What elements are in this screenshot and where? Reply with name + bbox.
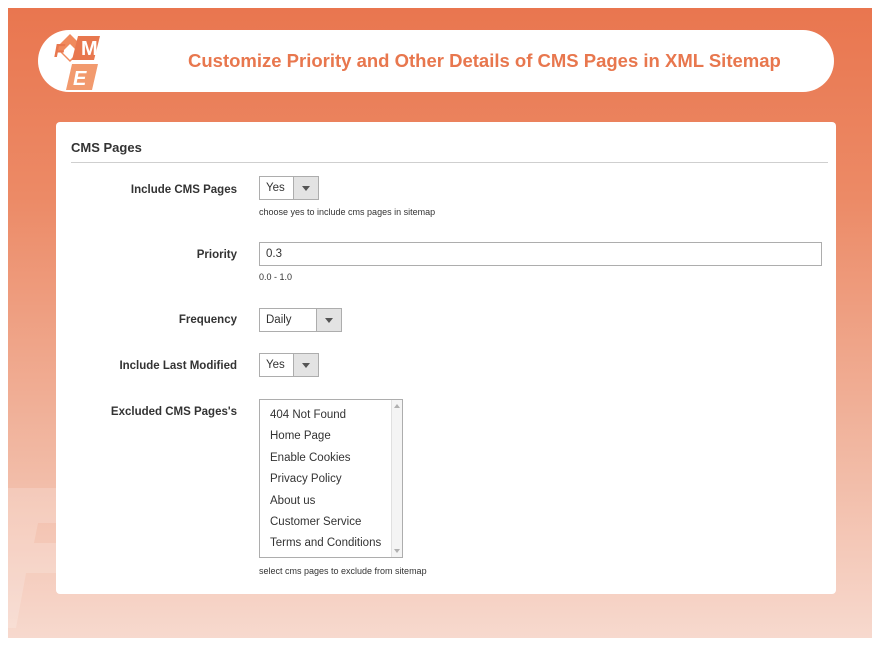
list-item[interactable]: 404 Not Found bbox=[260, 405, 402, 426]
frequency-label: Frequency bbox=[178, 314, 237, 326]
priority-note: 0.0 - 1.0 bbox=[259, 272, 293, 282]
list-item[interactable]: About us bbox=[260, 491, 402, 512]
list-item[interactable]: Enable Cookies bbox=[260, 448, 402, 469]
priority-input[interactable]: 0.3 bbox=[259, 242, 822, 266]
frequency-select[interactable]: Daily bbox=[259, 308, 342, 332]
frequency-value: Daily bbox=[266, 314, 292, 326]
chevron-down-icon bbox=[325, 318, 333, 323]
list-item[interactable]: Privacy Policy bbox=[260, 469, 402, 490]
scroll-down-icon[interactable] bbox=[394, 549, 400, 553]
include-last-modified-label: Include Last Modified bbox=[119, 360, 237, 372]
list-item[interactable]: Customer Service bbox=[260, 512, 402, 533]
include-cms-pages-value: Yes bbox=[266, 182, 285, 194]
list-item[interactable]: Home Page bbox=[260, 426, 402, 447]
excluded-cms-pages-multiselect[interactable]: 404 Not Found Home Page Enable Cookies P… bbox=[259, 399, 403, 558]
list-item[interactable]: Terms and Conditions bbox=[260, 533, 402, 554]
section-title: CMS Pages bbox=[71, 140, 142, 155]
include-last-modified-value: Yes bbox=[266, 359, 285, 371]
include-cms-pages-note: choose yes to include cms pages in sitem… bbox=[259, 207, 436, 217]
svg-text:E: E bbox=[73, 68, 87, 90]
include-cms-pages-label: Include CMS Pages bbox=[130, 184, 237, 196]
title-banner: M E F Customize Priority and Other Detai… bbox=[38, 30, 834, 92]
scrollbar[interactable] bbox=[391, 400, 402, 557]
priority-value: 0.3 bbox=[266, 248, 282, 260]
svg-text:M: M bbox=[81, 38, 98, 60]
fme-logo: M E F bbox=[54, 34, 100, 90]
dropdown-button[interactable] bbox=[316, 309, 341, 331]
priority-label: Priority bbox=[196, 249, 237, 261]
excluded-cms-pages-note: select cms pages to exclude from sitemap bbox=[259, 566, 427, 576]
chevron-down-icon bbox=[302, 186, 310, 191]
page-title: Customize Priority and Other Details of … bbox=[188, 50, 781, 71]
cms-pages-panel: CMS Pages Include CMS Pages Yes choose y… bbox=[56, 122, 836, 594]
scroll-up-icon[interactable] bbox=[394, 404, 400, 408]
include-cms-pages-select[interactable]: Yes bbox=[259, 176, 319, 200]
section-divider bbox=[71, 162, 828, 163]
page-background: M E F Customize Priority and Other Detai… bbox=[8, 8, 872, 638]
dropdown-button[interactable] bbox=[293, 177, 318, 199]
dropdown-button[interactable] bbox=[293, 354, 318, 376]
chevron-down-icon bbox=[302, 363, 310, 368]
include-last-modified-select[interactable]: Yes bbox=[259, 353, 319, 377]
excluded-cms-pages-label: Excluded CMS Pages's bbox=[110, 406, 237, 418]
svg-text:F: F bbox=[54, 41, 66, 61]
